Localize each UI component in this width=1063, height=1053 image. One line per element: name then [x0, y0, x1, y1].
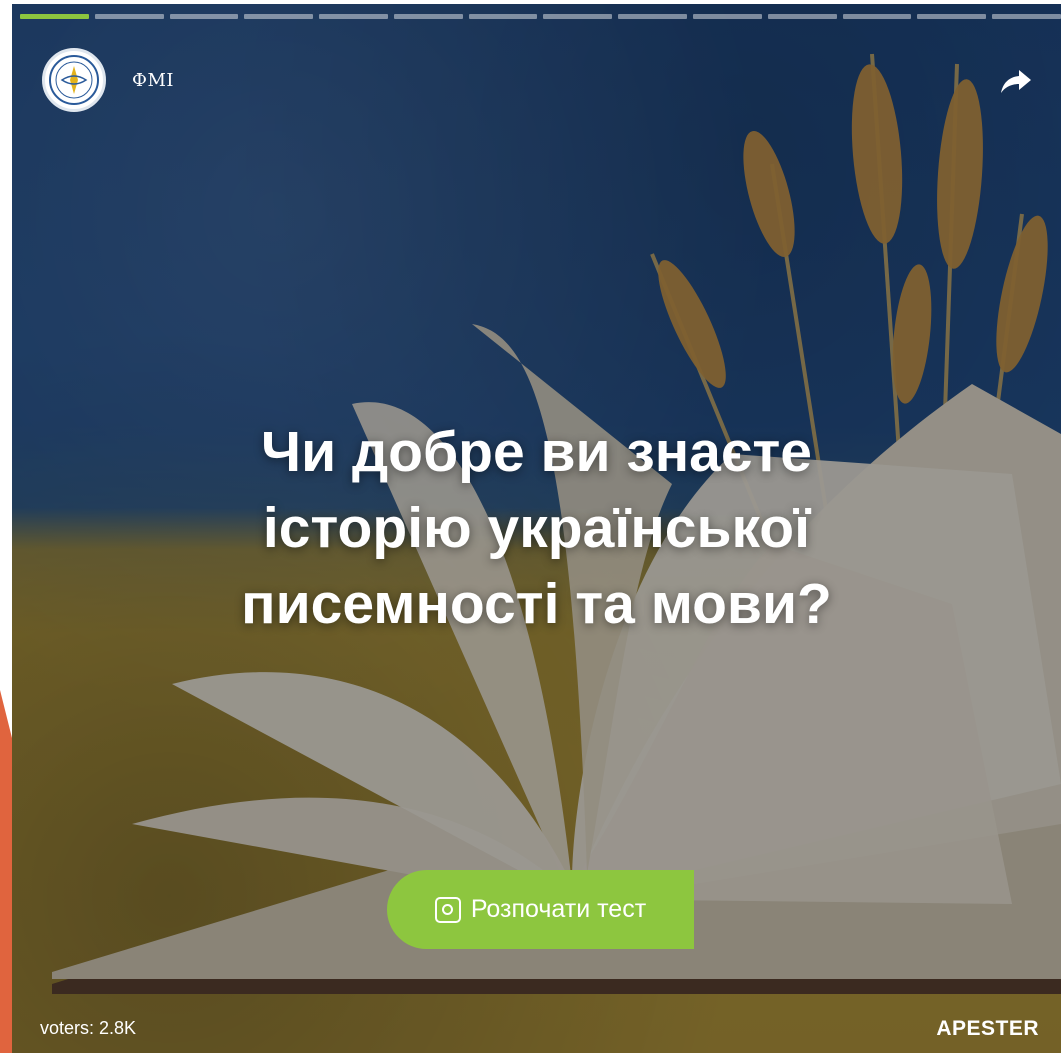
progress-segment [767, 14, 837, 19]
progress-segment [319, 14, 388, 19]
progress-segment [393, 14, 463, 19]
quiz-title: Чи добре ви знаєте історію української п… [72, 414, 1001, 642]
progress-segment [693, 14, 762, 19]
quiz-progress-bar [20, 14, 1061, 20]
university-seal-icon [49, 55, 99, 105]
progress-segment [543, 14, 613, 19]
progress-segment [618, 14, 688, 19]
start-quiz-button[interactable]: Розпочати тест [387, 870, 694, 949]
quiz-start-icon [434, 896, 461, 923]
quiz-title-line: писемності та мови? [241, 572, 832, 636]
quiz-card: ФМІ Чи добре ви знаєте історію українськ… [12, 4, 1061, 1053]
progress-segment [917, 14, 987, 19]
start-quiz-label: Розпочати тест [470, 895, 647, 923]
voters-count: voters: 2.8K [40, 1018, 137, 1038]
progress-segment [468, 14, 538, 19]
quiz-title-line: історію української [262, 496, 811, 560]
progress-segment-active [20, 14, 89, 19]
share-arrow-icon[interactable] [999, 66, 1033, 96]
brand-name: ФМІ [132, 69, 174, 91]
progress-segment [842, 14, 912, 19]
progress-segment [94, 14, 164, 19]
avatar[interactable] [42, 48, 106, 112]
progress-segment [169, 14, 239, 19]
quiz-title-line: Чи добре ви знаєте [261, 420, 812, 484]
progress-segment [244, 14, 314, 19]
slide-canvas: ФМІ Чи добре ви знаєте історію українськ… [0, 0, 1063, 1053]
progress-segment [992, 14, 1061, 19]
quiz-header: ФМІ [42, 48, 174, 112]
apester-logo[interactable]: APESTER [936, 1017, 1039, 1041]
